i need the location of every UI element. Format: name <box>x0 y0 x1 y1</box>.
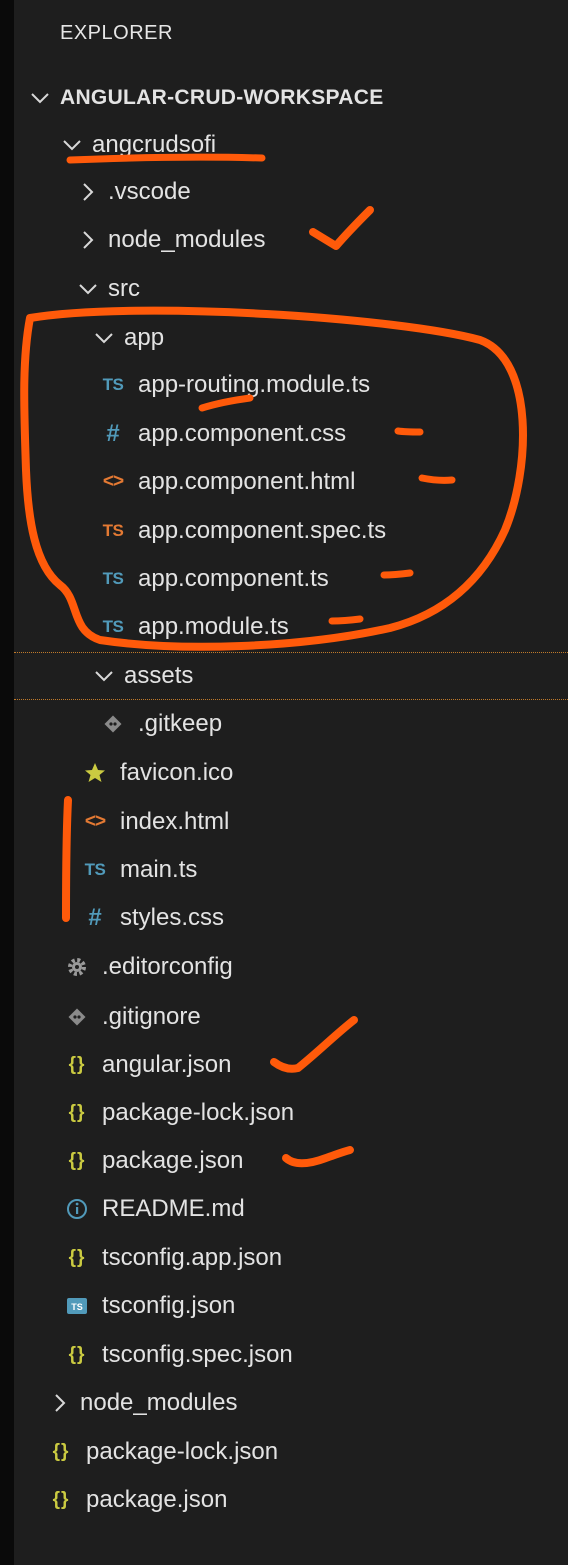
tree-folder-item[interactable]: assets <box>14 652 568 700</box>
tree-item-label: README.md <box>102 1195 245 1222</box>
tsconfig-icon: TS <box>64 1295 90 1317</box>
tree-item-label: tsconfig.app.json <box>102 1244 283 1271</box>
json-braces-icon: {} <box>68 1102 86 1123</box>
tree-item-label: package-lock.json <box>102 1099 295 1126</box>
tree-file-item[interactable]: TS main.ts <box>14 846 568 894</box>
tree-item-label: tsconfig.spec.json <box>102 1341 293 1368</box>
tree-file-item[interactable]: {} package-lock.json <box>14 1089 568 1137</box>
tree-item-label: index.html <box>120 808 230 835</box>
tree-item-label: assets <box>124 662 194 689</box>
tree-file-item[interactable]: # app.component.css <box>14 410 568 458</box>
tree-file-item[interactable]: TS app.module.ts <box>14 603 568 651</box>
tree-file-item[interactable]: TS app.component.ts <box>14 555 568 603</box>
typescript-icon: TS <box>102 569 124 588</box>
tree-file-item[interactable]: favicon.ico <box>14 749 568 797</box>
tree-item-label: favicon.ico <box>120 759 234 786</box>
typescript-icon: TS <box>102 617 124 636</box>
chevron-right-icon <box>48 1391 72 1415</box>
tree-item-label: .vscode <box>108 178 191 205</box>
chevron-down-icon <box>92 326 116 350</box>
tree-file-item[interactable]: {} tsconfig.spec.json <box>14 1331 568 1379</box>
tree-item-label: .gitkeep <box>138 710 223 737</box>
tree-file-item[interactable]: TS tsconfig.json <box>14 1282 568 1330</box>
tree-file-item[interactable]: <> app.component.html <box>14 458 568 506</box>
tree-file-item[interactable]: {} package.json <box>14 1476 568 1524</box>
tree-file-item[interactable]: {} package.json <box>14 1137 568 1185</box>
tree-item-label: app-routing.module.ts <box>138 371 371 398</box>
explorer-title: EXPLORER <box>60 22 173 44</box>
json-braces-icon: {} <box>68 1344 86 1365</box>
chevron-down-icon <box>76 277 100 301</box>
tree-item-label: app.component.spec.ts <box>138 517 387 544</box>
tree-item-label: package.json <box>102 1147 244 1174</box>
tree-folder-item[interactable]: angcrudsofi <box>14 121 568 169</box>
tree-folder-item[interactable]: src <box>14 265 568 313</box>
chevron-right-icon <box>76 180 100 204</box>
typescript-icon: TS <box>102 375 124 394</box>
tree-item-label: main.ts <box>120 856 198 883</box>
typescript-spec-icon: TS <box>102 521 124 540</box>
gear-icon <box>64 956 90 978</box>
tree-folder-item[interactable]: node_modules <box>14 1379 568 1427</box>
tree-item-label: src <box>108 275 140 302</box>
json-braces-icon: {} <box>68 1054 86 1075</box>
css-hash-icon: # <box>106 420 120 447</box>
chevron-down-icon <box>28 86 52 110</box>
tree-item-label: .gitignore <box>102 1003 201 1030</box>
tree-folder-item[interactable]: .vscode <box>14 168 568 216</box>
chevron-down-icon <box>60 133 84 157</box>
tree-item-label: node_modules <box>80 1389 238 1416</box>
chevron-down-icon <box>92 664 116 688</box>
json-braces-icon: {} <box>52 1489 70 1510</box>
tree-item-label: package.json <box>86 1486 228 1513</box>
tree-file-item[interactable]: .editorconfig <box>14 943 568 991</box>
html-brackets-icon: <> <box>84 811 106 832</box>
workspace-root[interactable]: ANGULAR-CRUD-WORKSPACE <box>14 74 568 122</box>
chevron-right-icon <box>76 228 100 252</box>
tree-file-item[interactable]: README.md <box>14 1185 568 1233</box>
tree-item-label: angcrudsofi <box>92 131 217 158</box>
tree-item-label: tsconfig.json <box>102 1292 236 1319</box>
json-braces-icon: {} <box>68 1247 86 1268</box>
tree-file-item[interactable]: <> index.html <box>14 798 568 846</box>
tree-item-label: app.component.html <box>138 468 356 495</box>
tree-file-item[interactable]: # styles.css <box>14 894 568 942</box>
typescript-icon: TS <box>84 860 106 879</box>
tree-file-item[interactable]: {} tsconfig.app.json <box>14 1234 568 1282</box>
star-icon <box>82 761 108 785</box>
html-brackets-icon: <> <box>102 471 124 492</box>
tree-file-item[interactable]: {} package-lock.json <box>14 1428 568 1476</box>
css-hash-icon: # <box>88 904 102 931</box>
tree-file-item[interactable]: .gitignore <box>14 993 568 1041</box>
tree-folder-item[interactable]: node_modules <box>14 216 568 264</box>
info-icon <box>64 1198 90 1220</box>
tree-file-item[interactable]: TS app.component.spec.ts <box>14 507 568 555</box>
tree-item-label: node_modules <box>108 226 266 253</box>
tree-item-label: package-lock.json <box>86 1438 279 1465</box>
tree-item-label: angular.json <box>102 1051 232 1078</box>
workspace-name: ANGULAR-CRUD-WORKSPACE <box>60 86 384 109</box>
explorer-panel: EXPLORER ANGULAR-CRUD-WORKSPACE angcruds… <box>14 0 568 1565</box>
tree-item-label: styles.css <box>120 904 225 931</box>
json-braces-icon: {} <box>68 1150 86 1171</box>
window-edge <box>0 0 14 1565</box>
json-braces-icon: {} <box>52 1441 70 1462</box>
tree-file-item[interactable]: .gitkeep <box>14 700 568 748</box>
svg-text:TS: TS <box>71 1302 83 1312</box>
git-diamond-icon <box>100 714 126 734</box>
tree-file-item[interactable]: TS app-routing.module.ts <box>14 361 568 409</box>
tree-folder-item[interactable]: app <box>14 314 568 362</box>
tree-item-label: app <box>124 324 165 351</box>
tree-file-item[interactable]: {} angular.json <box>14 1041 568 1089</box>
tree-item-label: app.component.css <box>138 420 347 447</box>
tree-item-label: .editorconfig <box>102 953 233 980</box>
tree-item-label: app.component.ts <box>138 565 329 592</box>
git-diamond-icon <box>64 1007 90 1027</box>
tree-item-label: app.module.ts <box>138 613 289 640</box>
